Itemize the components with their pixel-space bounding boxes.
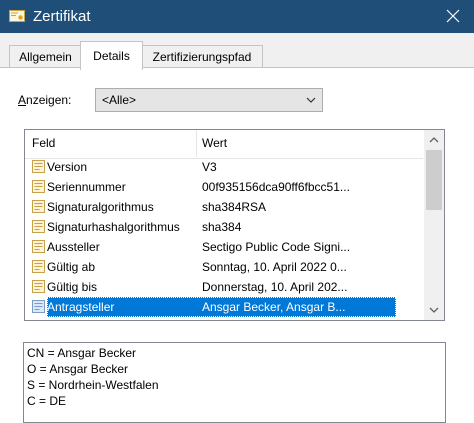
show-dropdown-value: <Alle> — [102, 93, 137, 107]
list-scrollbar[interactable] — [424, 130, 444, 320]
scrollbar-thumb[interactable] — [426, 150, 442, 210]
field-name: Gültig bis — [47, 280, 98, 294]
details-line: C = DE — [27, 394, 67, 408]
tab-label: Details — [93, 49, 130, 63]
list-item[interactable]: Gültig ab Sonntag, 10. April 2022 0... — [25, 257, 423, 277]
field-value: sha384RSA — [202, 200, 267, 214]
list-item[interactable]: Signaturalgorithmus sha384RSA — [25, 197, 423, 217]
certificate-field-icon — [31, 159, 46, 174]
field-value: Sonntag, 10. April 2022 0... — [202, 260, 347, 274]
close-button[interactable] — [442, 5, 464, 27]
list-item[interactable]: Signaturhashalgorithmus sha384 — [25, 217, 423, 237]
window-title: Zertifikat — [33, 8, 91, 25]
certificate-field-icon — [31, 199, 46, 214]
field-details-textbox[interactable]: CN = Ansgar Becker O = Ansgar Becker S =… — [23, 342, 446, 423]
list-item[interactable]: Seriennummer 00f935156dca90ff6fbcc51... — [25, 177, 423, 197]
certificate-field-icon — [31, 239, 46, 254]
field-value: Donnerstag, 10. April 202... — [202, 280, 348, 294]
scroll-up-icon[interactable] — [428, 134, 440, 146]
list-item[interactable]: Aussteller Sectigo Public Code Signi... — [25, 237, 423, 257]
field-name: Gültig ab — [47, 260, 96, 274]
column-separator[interactable] — [196, 130, 197, 157]
certificate-field-icon — [31, 299, 46, 314]
list-item-partial[interactable] — [25, 317, 423, 320]
list-item[interactable]: Version V3 — [25, 157, 423, 177]
show-label: Anzeigen: — [18, 93, 72, 107]
field-name: Signaturalgorithmus — [47, 200, 154, 214]
list-header: Feld Wert — [25, 130, 423, 159]
certificate-field-icon — [31, 179, 46, 194]
certificate-field-icon — [31, 279, 46, 294]
details-line: CN = Ansgar Becker — [27, 346, 137, 360]
field-name: Seriennummer — [47, 180, 126, 194]
field-value: V3 — [202, 160, 217, 174]
tab-general[interactable]: Allgemein — [9, 45, 82, 69]
field-value: Sectigo Public Code Signi... — [202, 240, 351, 254]
field-value: sha384 — [202, 220, 242, 234]
tab-divider — [0, 67, 474, 68]
title-bar: Zertifikat — [0, 0, 474, 33]
show-dropdown[interactable]: <Alle> — [95, 88, 323, 112]
field-name: Version — [47, 160, 88, 174]
tab-details[interactable]: Details — [80, 41, 143, 70]
certificate-field-icon — [31, 259, 46, 274]
column-header-field[interactable]: Feld — [32, 136, 55, 150]
scroll-down-icon[interactable] — [428, 304, 440, 316]
tab-label: Zertifizierungspfad — [152, 50, 252, 64]
field-name: Aussteller — [47, 240, 100, 254]
column-header-value[interactable]: Wert — [202, 136, 227, 150]
field-name: Signaturhashalgorithmus — [47, 220, 180, 234]
certificate-icon — [9, 10, 25, 22]
certificate-field-icon — [31, 319, 46, 320]
field-value: Ansgar Becker, Ansgar B... — [202, 300, 346, 314]
tab-label: Allgemein — [19, 50, 72, 64]
field-list[interactable]: Feld Wert Version V3 Seriennummer 00f935… — [24, 129, 445, 321]
field-value: 00f935156dca90ff6fbcc51... — [202, 180, 350, 194]
chevron-down-icon — [304, 93, 318, 107]
certificate-field-icon — [31, 219, 46, 234]
details-line: O = Ansgar Becker — [27, 362, 129, 376]
close-icon — [446, 9, 460, 23]
field-name: Antragsteller — [47, 300, 115, 314]
list-item-selected[interactable]: Antragsteller Ansgar Becker, Ansgar B... — [25, 297, 423, 317]
tab-strip: Allgemein Details Zertifizierungspfad — [0, 33, 474, 70]
list-item[interactable]: Gültig bis Donnerstag, 10. April 202... — [25, 277, 423, 297]
details-line: S = Nordrhein-Westfalen — [27, 378, 159, 392]
tab-certification-path[interactable]: Zertifizierungspfad — [141, 45, 263, 69]
